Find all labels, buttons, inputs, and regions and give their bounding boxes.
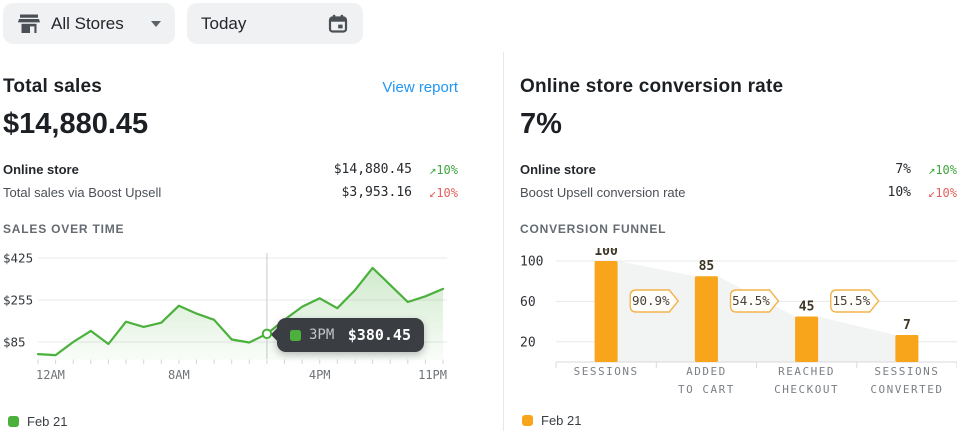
svg-text:85: 85 xyxy=(699,259,715,274)
svg-text:$255: $255 xyxy=(3,293,33,308)
conversion-card-header: Online store conversion rate xyxy=(520,76,957,98)
total-sales-card-header: Total sales View report xyxy=(3,76,458,98)
svg-text:REACHED: REACHED xyxy=(778,365,835,378)
tooltip-series-swatch xyxy=(290,330,301,341)
legend-swatch-orange xyxy=(522,415,533,426)
svg-text:$425: $425 xyxy=(3,251,33,266)
total-sales-value: $14,880.45 xyxy=(3,108,458,144)
metric-change-down: ↙10% xyxy=(412,186,458,200)
svg-text:20: 20 xyxy=(520,335,536,350)
chart-tooltip: 3PM $380.45 xyxy=(277,318,424,352)
tooltip-value: $380.45 xyxy=(348,326,411,344)
conversion-funnel-label: CONVERSION FUNNEL xyxy=(520,222,957,236)
svg-text:8AM: 8AM xyxy=(168,368,190,382)
metric-row-boost-upsell: Boost Upsell conversion rate 10% ↙10% xyxy=(520,181,957,204)
svg-text:SESSIONS: SESSIONS xyxy=(874,365,939,378)
svg-text:100: 100 xyxy=(594,248,618,259)
calendar-icon xyxy=(327,13,349,35)
metric-label: Total sales via Boost Upsell xyxy=(3,185,342,200)
svg-text:90.9%: 90.9% xyxy=(632,293,670,308)
metric-value: $3,953.16 xyxy=(342,185,412,200)
sales-over-time-chart[interactable]: $425 $255 $85 12AM 8AM 4PM 11PM 3PM $380.45 xyxy=(3,248,458,383)
tooltip-time: 3PM xyxy=(309,327,334,343)
metric-label: Boost Upsell conversion rate xyxy=(520,185,888,200)
svg-text:11PM: 11PM xyxy=(418,368,447,382)
svg-text:SESSIONS: SESSIONS xyxy=(574,365,639,378)
metric-value: 10% xyxy=(888,185,911,200)
topbar: All Stores Today xyxy=(3,3,363,44)
legend-label: Feb 21 xyxy=(27,414,67,429)
legend-swatch-green xyxy=(8,416,19,427)
svg-text:7: 7 xyxy=(903,318,911,333)
svg-text:CHECKOUT: CHECKOUT xyxy=(774,383,839,396)
conversion-rate-title: Online store conversion rate xyxy=(520,76,783,98)
total-sales-metrics: Online store $14,880.45 ↗10% Total sales… xyxy=(3,158,458,204)
panel-divider xyxy=(503,52,504,431)
conversion-funnel-svg: 100 60 20 100 85 45 7 90.9% 54.5% 15.5% SESSIONS AD… xyxy=(520,248,957,400)
conversion-metrics: Online store 7% ↗10% Boost Upsell conver… xyxy=(520,158,957,204)
sales-chart-legend: Feb 21 xyxy=(8,414,458,429)
svg-text:54.5%: 54.5% xyxy=(732,293,770,308)
sales-line-chart-svg: $425 $255 $85 12AM 8AM 4PM 11PM xyxy=(3,248,458,383)
funnel-chart-legend: Feb 21 xyxy=(522,413,957,428)
svg-text:15.5%: 15.5% xyxy=(832,293,870,308)
view-report-link[interactable]: View report xyxy=(382,79,458,96)
svg-text:ADDED: ADDED xyxy=(686,365,727,378)
metric-row-online-store: Online store $14,880.45 ↗10% xyxy=(3,158,458,181)
total-sales-card: Total sales View report $14,880.45 Onlin… xyxy=(3,76,458,429)
legend-label: Feb 21 xyxy=(541,413,581,428)
total-sales-title: Total sales xyxy=(3,76,102,98)
sales-over-time-label: SALES OVER TIME xyxy=(3,222,458,236)
metric-change-up: ↗10% xyxy=(911,163,957,177)
date-selector-button[interactable]: Today xyxy=(187,3,363,44)
conversion-funnel-chart[interactable]: 100 60 20 100 85 45 7 90.9% 54.5% 15.5% SESSIONS AD… xyxy=(520,248,957,400)
conversion-rate-card: Online store conversion rate 7% Online s… xyxy=(520,76,957,428)
svg-text:45: 45 xyxy=(799,300,815,315)
chevron-down-icon xyxy=(151,21,161,27)
conversion-rate-value: 7% xyxy=(520,108,957,144)
svg-text:TO CART: TO CART xyxy=(678,383,735,396)
metric-label: Online store xyxy=(520,162,895,177)
metric-label: Online store xyxy=(3,162,334,177)
storefront-icon xyxy=(17,13,41,35)
svg-text:$85: $85 xyxy=(3,335,26,350)
store-selector-label: All Stores xyxy=(51,14,124,34)
svg-text:4PM: 4PM xyxy=(309,368,331,382)
metric-value: $14,880.45 xyxy=(334,162,412,177)
metric-row-boost-upsell: Total sales via Boost Upsell $3,953.16 ↙… xyxy=(3,181,458,204)
metric-row-online-store: Online store 7% ↗10% xyxy=(520,158,957,181)
metric-change-up: ↗10% xyxy=(412,163,458,177)
svg-text:100: 100 xyxy=(520,255,543,270)
date-selector-label: Today xyxy=(201,14,246,34)
svg-text:60: 60 xyxy=(520,295,536,310)
store-selector-button[interactable]: All Stores xyxy=(3,3,175,44)
svg-text:CONVERTED: CONVERTED xyxy=(870,383,943,396)
metric-change-down: ↙10% xyxy=(911,186,957,200)
metric-value: 7% xyxy=(895,162,911,177)
svg-text:12AM: 12AM xyxy=(36,368,65,382)
